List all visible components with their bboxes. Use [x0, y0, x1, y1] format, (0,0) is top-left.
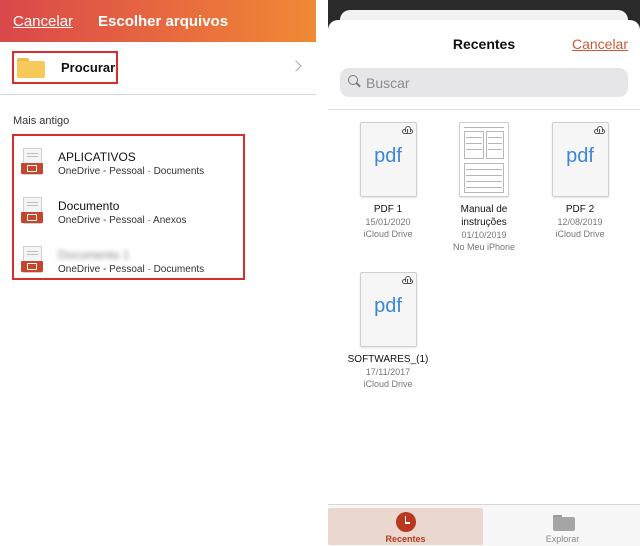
chevron-right-icon	[290, 60, 302, 72]
header-title: Escolher arquivos	[98, 13, 229, 30]
tab-explorar[interactable]: Explorar	[485, 508, 640, 545]
browse-label: Procurar	[61, 60, 116, 75]
search-input[interactable]	[366, 72, 616, 93]
cloud-download-icon	[401, 276, 413, 284]
pdf-thumbnail: pdf	[359, 272, 417, 347]
file-name: Documento	[58, 199, 120, 213]
tab-label: Explorar	[545, 534, 580, 544]
ios-document-picker: Recentes Cancelar pdf PDF 1 15/01/2020 i…	[328, 0, 640, 546]
file-item-blurred[interactable]: Documento 1 OneDrive - Pessoal · Documen…	[14, 236, 243, 284]
tab-bar: Recentes Explorar	[328, 504, 640, 546]
file-date: 12/08/2019	[557, 217, 603, 227]
file-name: SOFTWARES_(1)	[347, 354, 429, 365]
ppt-document-icon	[21, 246, 43, 276]
file-location: OneDrive - Pessoal · Documents	[58, 166, 205, 177]
file-date: 01/10/2019	[461, 230, 507, 240]
file-location: OneDrive - Pessoal · Anexos	[58, 215, 187, 226]
folder-icon	[17, 57, 45, 78]
cancel-link[interactable]: Cancelar	[572, 36, 628, 52]
cloud-download-icon	[401, 126, 413, 134]
file-item-aplicativos[interactable]: APLICATIVOS OneDrive - Pessoal · Documen…	[14, 138, 243, 186]
clock-icon	[395, 512, 416, 532]
cancel-link[interactable]: Cancelar	[13, 13, 73, 30]
file-item-documento[interactable]: Documento OneDrive - Pessoal · Anexos	[14, 187, 243, 235]
pdf-label: pdf	[374, 295, 402, 317]
browse-button[interactable]: Procurar	[12, 51, 118, 84]
header-bar: Cancelar Escolher arquivos	[0, 0, 316, 42]
pdf-thumbnail: pdf	[359, 122, 417, 197]
pane-divider	[316, 0, 328, 546]
file-location: iCloud Drive	[555, 229, 605, 239]
file-location: iCloud Drive	[363, 379, 413, 389]
recent-files-list: APLICATIVOS OneDrive - Pessoal · Documen…	[12, 134, 245, 280]
file-picker-pane: Cancelar Escolher arquivos Procurar Mais…	[0, 0, 316, 546]
search-icon	[348, 75, 361, 88]
cloud-download-icon	[593, 126, 605, 134]
document-thumbnail	[459, 122, 509, 197]
picker-sheet: Recentes Cancelar pdf PDF 1 15/01/2020 i…	[328, 20, 640, 546]
ppt-document-icon	[21, 197, 43, 227]
file-name: PDF 1	[373, 204, 403, 215]
file-tile-manual[interactable]: Manual de instruções 01/10/2019 No Meu i…	[439, 122, 529, 253]
pdf-label: pdf	[374, 145, 402, 167]
file-name: APLICATIVOS	[58, 150, 136, 164]
file-name: PDF 2	[565, 204, 595, 215]
file-location: iCloud Drive	[363, 229, 413, 239]
file-name: Documento 1	[58, 248, 130, 262]
file-location: No Meu iPhone	[452, 242, 516, 252]
folder-icon	[552, 512, 575, 532]
file-location: OneDrive - Pessoal · Documents	[58, 264, 205, 275]
file-tile-pdf1[interactable]: pdf PDF 1 15/01/2020 iCloud Drive	[343, 122, 433, 240]
browse-row[interactable]: Procurar	[0, 42, 316, 95]
file-tile-softwares[interactable]: pdf SOFTWARES_(1) 17/11/2017 iCloud Driv…	[343, 272, 433, 390]
file-name: Manual de instruções	[460, 204, 508, 228]
file-date: 15/01/2020	[365, 217, 411, 227]
file-date: 17/11/2017	[365, 367, 411, 377]
pdf-label: pdf	[566, 145, 594, 167]
file-tile-pdf2[interactable]: pdf PDF 2 12/08/2019 iCloud Drive	[535, 122, 625, 240]
tab-label: Recentes	[385, 534, 426, 544]
divider	[328, 109, 640, 110]
section-label: Mais antigo	[13, 115, 70, 127]
search-field[interactable]	[340, 68, 628, 97]
tab-recentes[interactable]: Recentes	[328, 508, 483, 545]
pdf-thumbnail: pdf	[551, 122, 609, 197]
ppt-document-icon	[21, 148, 43, 178]
